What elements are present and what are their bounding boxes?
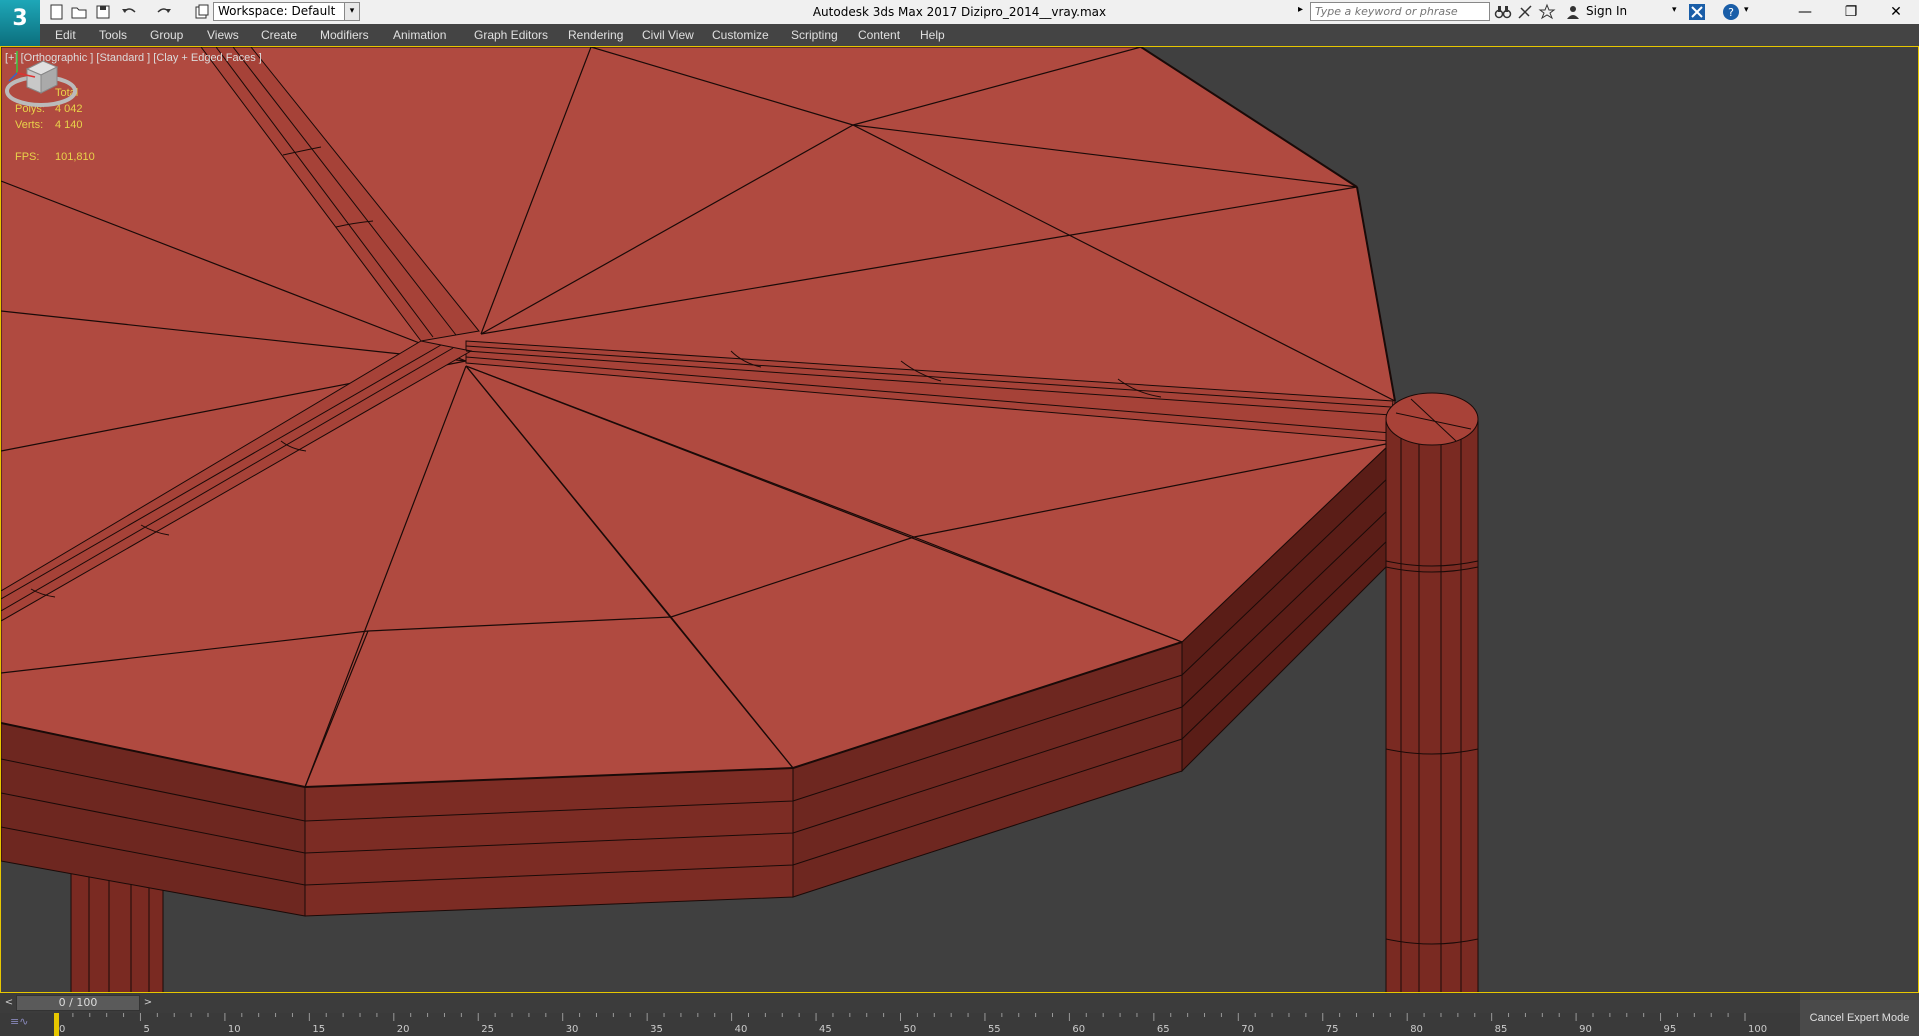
frame-tick-label: 90 (1579, 1024, 1592, 1035)
menu-rendering[interactable]: Rendering (568, 24, 623, 46)
title-bar: 3 Workspace: Default ▾ ▾ Autodesk 3ds Ma… (0, 0, 1919, 46)
menu-edit[interactable]: Edit (55, 24, 76, 46)
menu-views[interactable]: Views (207, 24, 239, 46)
frame-tick-label: 70 (1241, 1024, 1254, 1035)
sign-in-link[interactable]: Sign In (1586, 4, 1627, 18)
frame-tick-label: 15 (312, 1024, 325, 1035)
app-logo-icon[interactable]: 3 (0, 0, 40, 46)
track-bar[interactable]: 0 5 10 15 20 25 30 35 40 45 50 55 60 65 70 75 80 85 90 95 10… (0, 1013, 1800, 1036)
menu-help[interactable]: Help (920, 24, 945, 46)
frame-tick-label: 100 (1748, 1024, 1767, 1035)
chevron-left-icon[interactable]: < (2, 995, 16, 1011)
frame-tick-label: 25 (481, 1024, 494, 1035)
verts-value: 4 140 (55, 119, 83, 131)
menu-civil-view[interactable]: Civil View (642, 24, 694, 46)
frame-tick-label: 30 (566, 1024, 579, 1035)
redo-icon[interactable] (155, 3, 173, 21)
minimize-icon[interactable]: — (1782, 0, 1828, 24)
frame-tick-label: 75 (1326, 1024, 1339, 1035)
exchange-apps-icon[interactable] (1688, 3, 1706, 21)
menu-tools[interactable]: Tools (99, 24, 127, 46)
frame-tick-label: 40 (735, 1024, 748, 1035)
menu-customize[interactable]: Customize (712, 24, 769, 46)
search-input[interactable] (1310, 2, 1490, 21)
axis-tripod-icon (8, 51, 36, 82)
restore-icon[interactable]: ❐ (1828, 0, 1874, 24)
user-icon (1567, 6, 1579, 19)
time-slider-thumb[interactable]: 0 / 100 (16, 995, 140, 1011)
fps-label: FPS: (15, 151, 40, 163)
frame-tick-label: 50 (904, 1024, 917, 1035)
undo-icon[interactable] (120, 3, 138, 21)
chevron-right-icon[interactable]: > (141, 995, 155, 1011)
perspective-viewport[interactable]: [+] [Orthographic ] [Standard ] [Clay + … (0, 46, 1919, 993)
chevron-down-icon[interactable]: ▾ (1744, 5, 1749, 15)
frame-tick-label: 60 (1072, 1024, 1085, 1035)
frame-tick-label: 65 (1157, 1024, 1170, 1035)
chevron-right-icon[interactable]: ▸ (1298, 4, 1303, 15)
close-icon[interactable]: ✕ (1873, 0, 1919, 24)
cancel-expert-mode-button[interactable]: Cancel Expert Mode (1800, 1000, 1919, 1036)
star-icon[interactable] (1538, 3, 1556, 21)
verts-label: Verts: (15, 119, 44, 131)
current-frame-marker[interactable] (54, 1013, 59, 1036)
workspace-select-value: Workspace: Default (218, 4, 336, 18)
menu-bar: Edit Tools Group Views Create Modifiers … (0, 24, 1919, 47)
menu-create[interactable]: Create (261, 24, 297, 46)
track-bar-ruler: 0 5 10 15 20 25 30 35 40 45 50 55 60 65 70 75 80 85 90 95 10… (54, 1013, 1767, 1036)
frame-tick-label: 20 (397, 1024, 410, 1035)
chevron-down-icon[interactable]: ▾ (1672, 5, 1677, 15)
frame-tick-label: 5 (143, 1024, 149, 1035)
menu-graph-editors[interactable]: Graph Editors (474, 24, 548, 46)
save-file-icon[interactable] (94, 3, 112, 21)
menu-content[interactable]: Content (858, 24, 900, 46)
workspace-menu-button[interactable]: ▾ (344, 2, 360, 21)
frame-tick-label: 45 (819, 1024, 832, 1035)
frame-tick-label: 80 (1410, 1024, 1423, 1035)
workspace-select[interactable]: Workspace: Default ▾ (213, 2, 359, 21)
fps-value: 101,810 (55, 151, 95, 163)
frame-tick-label: 10 (228, 1024, 241, 1035)
project-folder-icon[interactable] (193, 3, 211, 21)
menu-group[interactable]: Group (150, 24, 183, 46)
frame-tick-label: 55 (988, 1024, 1001, 1035)
frame-tick-label: 85 (1495, 1024, 1508, 1035)
frame-tick-label: 0 (59, 1024, 65, 1035)
menu-scripting[interactable]: Scripting (791, 24, 838, 46)
table-leg-right (1385, 392, 1479, 992)
svg-text:?: ? (1728, 6, 1734, 19)
menu-modifiers[interactable]: Modifiers (320, 24, 369, 46)
binoculars-icon[interactable] (1494, 3, 1512, 21)
help-icon[interactable]: ? (1722, 3, 1740, 21)
frame-tick-label: 95 (1664, 1024, 1677, 1035)
menu-animation[interactable]: Animation (393, 24, 446, 46)
frame-tick-label: 35 (650, 1024, 663, 1035)
scene-render (1, 47, 1918, 992)
time-slider[interactable]: < 0 / 100 > (0, 993, 1800, 1013)
open-file-icon[interactable] (70, 3, 88, 21)
mini-curve-editor-icon[interactable]: ≡∿ (10, 1015, 28, 1028)
new-file-icon[interactable] (48, 3, 66, 21)
communication-center-icon[interactable] (1516, 3, 1534, 21)
